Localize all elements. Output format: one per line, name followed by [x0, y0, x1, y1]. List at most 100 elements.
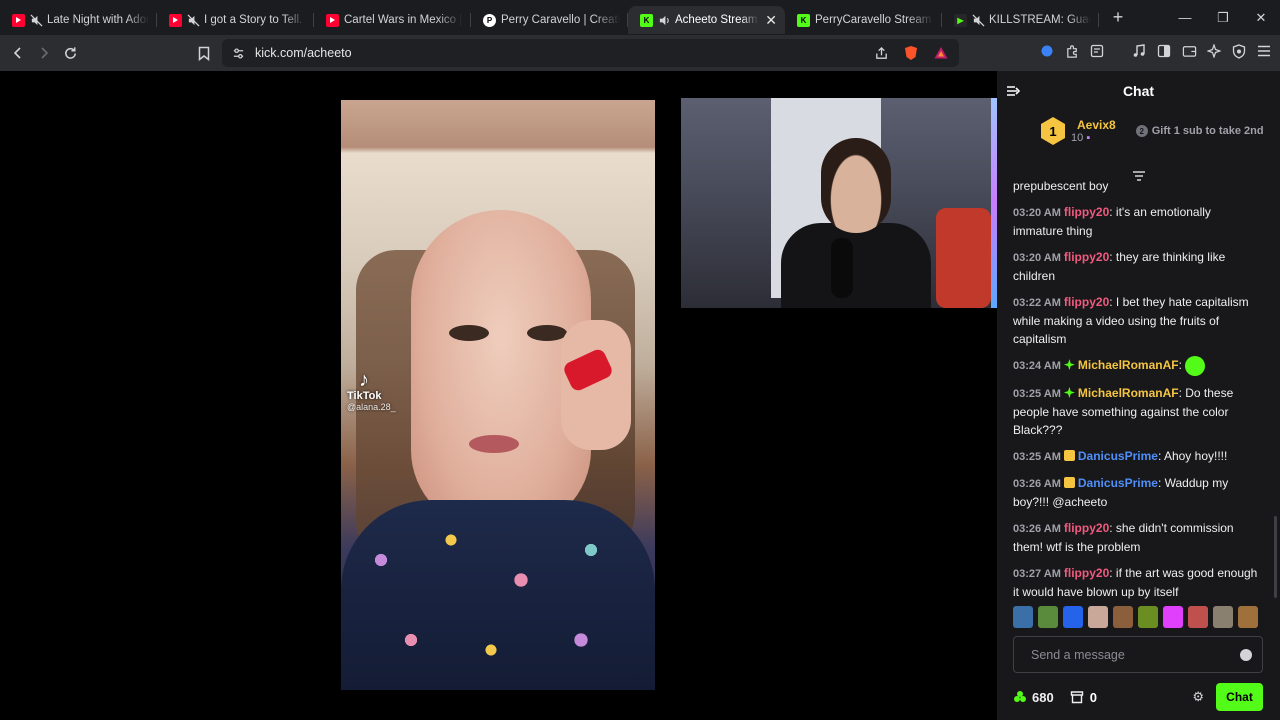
gift-prompt-text: Gift 1 sub to take 2nd [1151, 125, 1264, 137]
tiktok-handle: @alana.28_ [347, 402, 396, 412]
streamer-body [781, 223, 931, 308]
message-username[interactable]: flippy20 [1064, 250, 1109, 264]
pepe-emote-icon [1185, 356, 1206, 376]
speaker-icon[interactable] [658, 14, 671, 27]
tiktok-video-clip: ♪ TikTok @alana.28_ [341, 100, 655, 690]
message-username[interactable]: DanicusPrime [1078, 476, 1158, 490]
message-username[interactable]: flippy20 [1064, 521, 1109, 535]
message-username[interactable]: flippy20 [1064, 566, 1109, 580]
close-window-button[interactable]: ✕ [1242, 0, 1280, 35]
emote[interactable] [1188, 606, 1208, 628]
emote[interactable] [1088, 606, 1108, 628]
puzzle-icon[interactable] [1064, 43, 1080, 59]
quick-emotes [1013, 606, 1263, 628]
message-timestamp: 03:20 AM [1013, 207, 1061, 219]
tiktok-note-icon: ♪ [359, 369, 369, 391]
browser-tab[interactable]: ▶ KILLSTREAM: Guadalaj [942, 6, 1099, 34]
brave-shields-icon[interactable] [903, 45, 919, 61]
leo-ai-icon[interactable] [1206, 43, 1222, 59]
store-count: 0 [1089, 689, 1097, 705]
emote[interactable] [1238, 606, 1258, 628]
message-username[interactable]: DanicusPrime [1078, 449, 1158, 463]
chat-message: 03:20 AM flippy20: it's an emotionally im… [1013, 203, 1261, 240]
collapse-chat-icon[interactable] [1005, 83, 1021, 99]
reload-button[interactable] [57, 40, 83, 66]
store[interactable]: 0 [1070, 690, 1097, 705]
share-icon[interactable] [874, 46, 889, 61]
emote[interactable] [1213, 606, 1233, 628]
browser-tab[interactable]: P Perry Caravello | Creating [471, 6, 628, 34]
browser-tab[interactable]: Cartel Wars in Mexico | JF [314, 6, 471, 34]
chat-scrollbar[interactable] [1274, 516, 1277, 598]
message-username[interactable]: MichaelRomanAF [1078, 386, 1179, 400]
eye-shape [527, 325, 567, 341]
kick-icon: K [797, 13, 810, 27]
chat-input-box[interactable] [1013, 636, 1263, 673]
bookmark-button[interactable] [191, 40, 217, 66]
maximize-button[interactable]: ❐ [1204, 0, 1242, 35]
send-chat-button[interactable]: Chat [1216, 683, 1263, 711]
gift-icon: ▪ [1086, 132, 1091, 144]
muted-speaker-icon[interactable] [187, 14, 200, 27]
sidebar-icon[interactable] [1156, 43, 1172, 59]
channel-points[interactable]: 680 [1013, 690, 1054, 705]
stream-player[interactable]: ♪ TikTok @alana.28_ [0, 71, 997, 720]
browser-tab[interactable]: K PerryCaravello Stream - W [785, 6, 942, 34]
message-timestamp: 03:22 AM [1013, 297, 1061, 309]
kick-icon: K [640, 13, 653, 27]
site-settings-icon[interactable] [232, 47, 245, 60]
message-timestamp: 03:20 AM [1013, 252, 1061, 264]
extensions-area [1039, 43, 1272, 59]
chat-header: Chat [997, 71, 1280, 111]
chat-message: 03:20 AM flippy20: they are thinking like… [1013, 248, 1261, 285]
sparkle-badge-icon [1063, 359, 1075, 371]
chat-settings-icon[interactable]: ⚙ [1192, 689, 1204, 705]
emote[interactable] [1038, 606, 1058, 628]
message-username[interactable]: flippy20 [1064, 205, 1109, 219]
forward-button[interactable] [31, 40, 57, 66]
tab-title: Perry Caravello | Creating [501, 14, 620, 26]
emote[interactable] [1138, 606, 1158, 628]
brave-rewards-icon[interactable] [933, 45, 949, 61]
vpn-icon[interactable] [1231, 43, 1247, 59]
muted-speaker-icon[interactable] [30, 14, 43, 27]
emote[interactable] [1013, 606, 1033, 628]
gift-prompt[interactable]: 2 Gift 1 sub to take 2nd [1135, 125, 1264, 137]
message-username[interactable]: flippy20 [1064, 295, 1109, 309]
window-controls: — ❐ ✕ [1166, 0, 1280, 35]
emote[interactable] [1163, 606, 1183, 628]
message-username[interactable]: MichaelRomanAF [1078, 358, 1179, 372]
arrow-left-icon [13, 47, 21, 59]
minimize-button[interactable]: — [1166, 0, 1204, 35]
address-bar[interactable]: kick.com/acheeto [222, 39, 959, 67]
message-separator: : [1109, 205, 1116, 219]
menu-icon[interactable] [1256, 43, 1272, 59]
top-gifter-name[interactable]: Aevix8 [1077, 118, 1116, 132]
top-gifter-banner[interactable]: 1 Aevix8 10 ▪ 2 Gift 1 sub to take 2nd [1041, 117, 1264, 145]
reader-mode-icon[interactable] [1089, 43, 1105, 59]
emoji-picker-icon[interactable] [1240, 648, 1252, 661]
new-tab-button[interactable]: + [1107, 7, 1129, 28]
browser-tab[interactable]: I got a Story to Tell. - Y [157, 6, 314, 34]
muted-speaker-icon[interactable] [972, 14, 985, 27]
browser-tab[interactable]: K Acheeto Stream - W ✕ [628, 6, 785, 34]
browser-tab[interactable]: Late Night with Adoni [0, 6, 157, 34]
reload-icon [64, 46, 76, 59]
chat-message-input[interactable] [1031, 647, 1240, 662]
rank-badge: 1 [1041, 117, 1065, 145]
rank-2-icon: 2 [1135, 125, 1148, 137]
back-button[interactable] [5, 40, 31, 66]
media-icon[interactable] [1131, 43, 1147, 59]
tiktok-watermark-text: TikTok [347, 390, 382, 402]
url-text[interactable]: kick.com/acheeto [255, 46, 352, 60]
emote[interactable] [1063, 606, 1083, 628]
rumble-icon: ▶ [954, 13, 967, 27]
sparkle-badge-icon [1063, 387, 1075, 398]
points-icon [1014, 691, 1026, 702]
address-toolbar: kick.com/acheeto [0, 35, 1280, 71]
wallet-icon[interactable] [1181, 43, 1197, 59]
mouth-shape [469, 435, 519, 453]
extension-blue-icon[interactable] [1039, 43, 1055, 59]
emote[interactable] [1113, 606, 1133, 628]
close-tab-icon[interactable]: ✕ [765, 12, 777, 29]
